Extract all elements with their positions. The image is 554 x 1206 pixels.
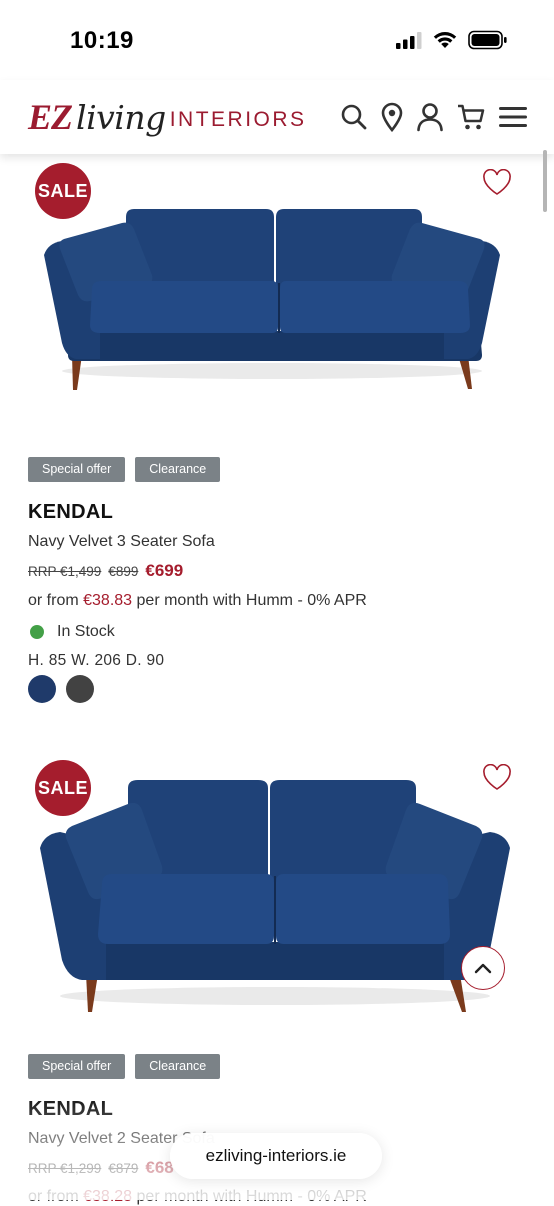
product-dimensions: H. 85 W. 206 D. 90 (28, 652, 165, 669)
swatch-navy[interactable] (28, 675, 56, 703)
product-tags: Special offer Clearance (28, 457, 221, 482)
finance-prefix: or from (28, 1188, 79, 1205)
status-bar: 10:19 (0, 0, 554, 80)
wishlist-heart-icon[interactable] (482, 169, 512, 197)
colour-swatches (28, 675, 94, 703)
logo-ez: EZ (28, 97, 73, 137)
product-description[interactable]: Navy Velvet 3 Seater Sofa (28, 533, 215, 551)
logo-interiors: INTERIORS (169, 108, 307, 131)
clearance-tag: Clearance (135, 457, 221, 482)
status-icons (396, 30, 508, 50)
sofa-image[interactable] (30, 774, 520, 1024)
special-offer-tag: Special offer (28, 457, 126, 482)
browser-url-bar[interactable]: ezliving-interiors.ie (170, 1133, 382, 1179)
finance-prefix: or from (28, 592, 79, 609)
ez-living-logo[interactable]: EZ living INTERIORS (28, 94, 307, 140)
stock-label: In Stock (57, 623, 115, 640)
battery-icon (468, 30, 507, 50)
sale-price: €68 (145, 1158, 174, 1177)
finance-suffix: per month with Humm - 0% APR (136, 592, 367, 609)
chevron-up-icon (474, 963, 492, 974)
product-name[interactable]: KENDAL (28, 501, 113, 524)
stock-status: In Stock (30, 623, 115, 641)
signal-icon (396, 32, 422, 49)
logo-living: living (76, 97, 166, 137)
sofa-image[interactable] (30, 203, 514, 393)
clearance-tag: Clearance (135, 1054, 221, 1079)
was-price: €899 (108, 564, 139, 579)
page-scrollbar[interactable] (543, 150, 547, 212)
rrp-price: RRP €1,499 (28, 564, 102, 579)
url-text: ezliving-interiors.ie (205, 1146, 347, 1165)
account-icon[interactable] (416, 102, 444, 132)
product-price: RRP €1,299 €879 €68 (28, 1158, 174, 1178)
swatch-charcoal[interactable] (66, 675, 94, 703)
finance-info: or from €38.28 per month with Humm - 0% … (28, 1188, 367, 1206)
menu-icon[interactable] (498, 104, 528, 130)
search-icon[interactable] (340, 103, 368, 131)
product-tags: Special offer Clearance (28, 1054, 221, 1079)
finance-info: or from €38.83 per month with Humm - 0% … (28, 592, 367, 610)
sale-price: €699 (145, 561, 184, 580)
special-offer-tag: Special offer (28, 1054, 126, 1079)
finance-amount: €38.83 (83, 592, 133, 609)
wifi-icon (433, 32, 457, 48)
header-actions (340, 102, 528, 132)
cart-icon[interactable] (456, 102, 486, 132)
product-name[interactable]: KENDAL (28, 1098, 113, 1121)
site-header: EZ living INTERIORS (0, 80, 554, 154)
location-icon[interactable] (380, 102, 404, 132)
finance-amount: €38.28 (83, 1188, 133, 1205)
rrp-price: RRP €1,299 (28, 1161, 102, 1176)
product-price: RRP €1,499 €899 €699 (28, 561, 183, 581)
was-price: €879 (108, 1161, 139, 1176)
in-stock-dot-icon (30, 625, 44, 639)
scroll-to-top-button[interactable] (461, 946, 505, 990)
finance-suffix: per month with Humm - 0% APR (136, 1188, 367, 1205)
status-time: 10:19 (70, 27, 134, 54)
